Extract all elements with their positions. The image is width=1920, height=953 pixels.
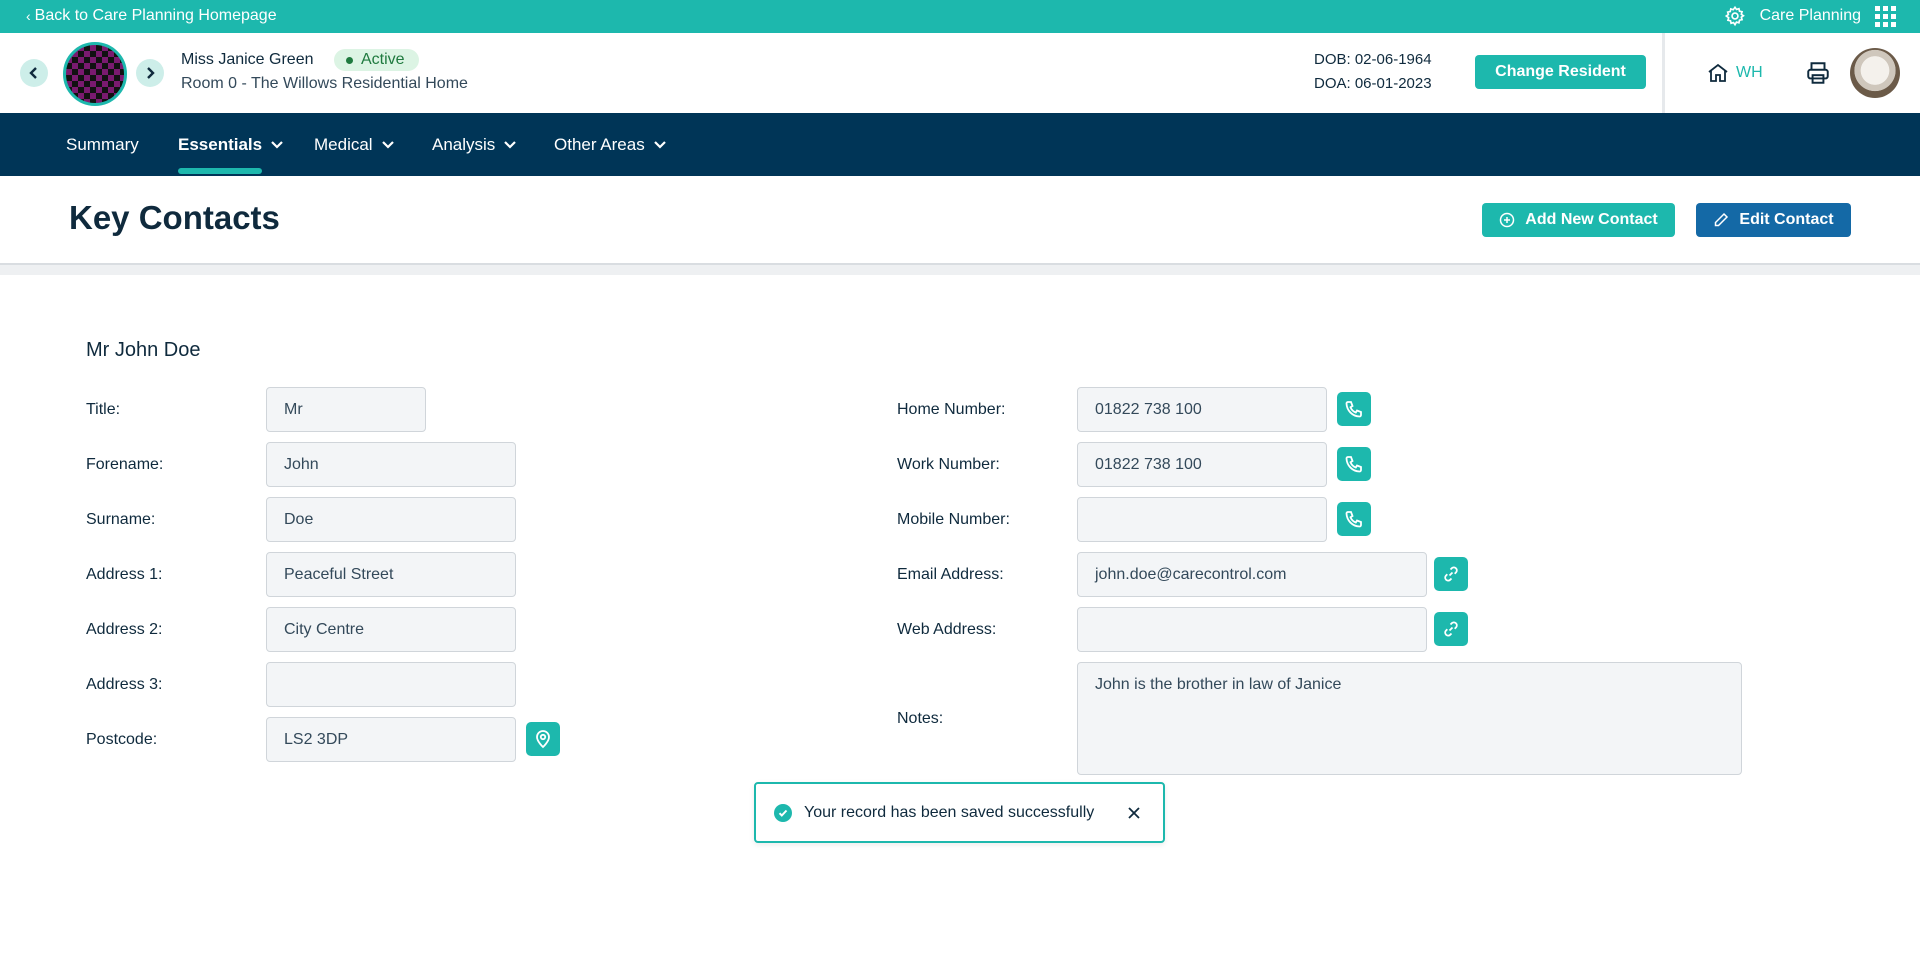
top-right-area: Care Planning bbox=[1724, 5, 1896, 27]
forename-label: Forename: bbox=[86, 456, 164, 473]
postcode-label: Postcode: bbox=[86, 731, 158, 748]
phone-icon bbox=[1345, 511, 1362, 528]
top-bar: ‹ Back to Care Planning Homepage Care Pl… bbox=[0, 0, 1920, 33]
chevron-down-icon bbox=[271, 140, 283, 149]
success-toast: Your record has been saved successfully bbox=[754, 782, 1165, 843]
home-button[interactable]: WH bbox=[1706, 61, 1763, 85]
nav-label: Medical bbox=[314, 134, 373, 154]
next-resident-button[interactable] bbox=[136, 59, 164, 87]
notes-label: Notes: bbox=[897, 710, 944, 727]
web-address-field[interactable] bbox=[1077, 607, 1427, 652]
home-number-label: Home Number: bbox=[897, 401, 1006, 418]
address-1-label: Address 1: bbox=[86, 566, 163, 583]
chevron-down-icon bbox=[381, 140, 394, 149]
work-number-label: Work Number: bbox=[897, 456, 1000, 473]
mobile-number-label: Mobile Number: bbox=[897, 511, 1010, 528]
nav-label: Summary bbox=[66, 134, 139, 154]
check-circle-icon bbox=[774, 803, 792, 822]
call-mobile-number-button[interactable] bbox=[1337, 502, 1371, 536]
add-contact-label: Add New Contact bbox=[1525, 211, 1658, 228]
title-label: Title: bbox=[86, 401, 121, 418]
app-name: Care Planning bbox=[1759, 7, 1861, 24]
resident-doa: DOA: 06-01-2023 bbox=[1314, 75, 1432, 92]
postcode-field[interactable]: LS2 3DP bbox=[266, 717, 516, 762]
address-2-field[interactable]: City Centre bbox=[266, 607, 516, 652]
phone-icon bbox=[1345, 401, 1362, 418]
surname-label: Surname: bbox=[86, 511, 156, 528]
nav-label: Analysis bbox=[432, 134, 496, 154]
chevron-down-icon bbox=[653, 140, 666, 149]
link-icon bbox=[1444, 566, 1458, 582]
chevron-left-icon: ‹ bbox=[26, 8, 31, 24]
surname-field[interactable]: Doe bbox=[266, 497, 516, 542]
status-dot-icon bbox=[346, 56, 353, 64]
toast-message: Your record has been saved successfully bbox=[804, 803, 1095, 821]
map-pin-icon bbox=[536, 730, 550, 749]
web-address-label: Web Address: bbox=[897, 621, 997, 638]
previous-resident-button[interactable] bbox=[20, 59, 48, 87]
status-badge: Active bbox=[334, 49, 419, 71]
address-3-label: Address 3: bbox=[86, 676, 163, 693]
address-2-label: Address 2: bbox=[86, 621, 163, 638]
main-nav: Summary Essentials Medical Analysis Othe… bbox=[0, 113, 1920, 176]
nav-label: Essentials bbox=[178, 134, 263, 154]
pencil-icon bbox=[1715, 212, 1729, 227]
title-field[interactable]: Mr bbox=[266, 387, 426, 432]
active-tab-indicator bbox=[178, 168, 262, 174]
chevron-left-icon bbox=[29, 67, 37, 79]
nav-other-areas[interactable]: Other Areas bbox=[554, 113, 667, 176]
page-title: Key Contacts bbox=[69, 199, 280, 236]
header-divider bbox=[1662, 33, 1665, 113]
email-address-field[interactable]: john.doe@carecontrol.com bbox=[1077, 552, 1427, 597]
nav-summary[interactable]: Summary bbox=[66, 113, 139, 176]
address-3-field[interactable] bbox=[266, 662, 516, 707]
mobile-number-field[interactable] bbox=[1077, 497, 1327, 542]
nav-essentials[interactable]: Essentials bbox=[178, 113, 284, 176]
user-avatar[interactable] bbox=[1850, 48, 1900, 98]
header-divider bbox=[0, 263, 1920, 275]
chevron-right-icon bbox=[147, 67, 155, 79]
resident-header: Miss Janice Green Active Room 0 - The Wi… bbox=[0, 33, 1920, 113]
notes-textarea[interactable]: John is the brother in law of Janice bbox=[1077, 662, 1742, 775]
home-icon bbox=[1708, 63, 1728, 82]
email-address-label: Email Address: bbox=[897, 566, 1004, 583]
back-link-label: Back to Care Planning Homepage bbox=[34, 7, 277, 24]
call-home-number-button[interactable] bbox=[1337, 392, 1371, 426]
printer-icon[interactable] bbox=[1805, 60, 1831, 86]
resident-name: Miss Janice Green bbox=[181, 51, 314, 68]
resident-avatar bbox=[63, 42, 127, 106]
change-resident-button[interactable]: Change Resident bbox=[1475, 55, 1646, 89]
nav-medical[interactable]: Medical bbox=[314, 113, 395, 176]
edit-contact-label: Edit Contact bbox=[1739, 211, 1834, 228]
address-1-field[interactable]: Peaceful Street bbox=[266, 552, 516, 597]
home-number-field[interactable]: 01822 738 100 bbox=[1077, 387, 1327, 432]
home-initials: WH bbox=[1736, 64, 1763, 81]
call-work-number-button[interactable] bbox=[1337, 447, 1371, 481]
link-icon bbox=[1444, 621, 1458, 637]
resident-dob: DOB: 02-06-1964 bbox=[1314, 51, 1432, 68]
nav-analysis[interactable]: Analysis bbox=[432, 113, 517, 176]
open-web-address-button[interactable] bbox=[1434, 612, 1468, 646]
phone-icon bbox=[1345, 456, 1362, 473]
work-number-field[interactable]: 01822 738 100 bbox=[1077, 442, 1327, 487]
close-icon[interactable] bbox=[1125, 804, 1143, 822]
forename-field[interactable]: John bbox=[266, 442, 516, 487]
chevron-down-icon bbox=[504, 140, 517, 149]
open-email-button[interactable] bbox=[1434, 557, 1468, 591]
apps-grid-icon[interactable] bbox=[1875, 5, 1896, 27]
add-new-contact-button[interactable]: Add New Contact bbox=[1482, 203, 1675, 237]
gear-icon[interactable] bbox=[1724, 5, 1746, 27]
contact-display-name: Mr John Doe bbox=[86, 339, 201, 361]
edit-contact-button[interactable]: Edit Contact bbox=[1696, 203, 1851, 237]
resident-room: Room 0 - The Willows Residential Home bbox=[181, 75, 468, 92]
status-label: Active bbox=[361, 51, 405, 68]
nav-label: Other Areas bbox=[554, 134, 645, 154]
back-to-homepage-link[interactable]: ‹ Back to Care Planning Homepage bbox=[26, 7, 277, 25]
locate-postcode-button[interactable] bbox=[526, 722, 560, 756]
plus-circle-icon bbox=[1500, 212, 1515, 228]
